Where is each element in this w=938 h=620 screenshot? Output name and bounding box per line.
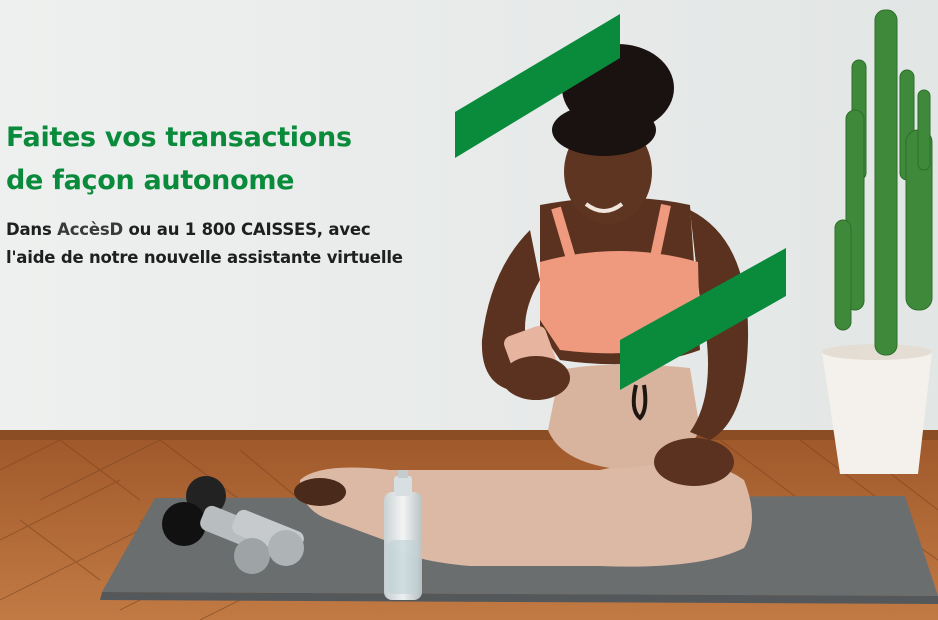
subheadline-part-2: ou au 1 800 CAISSES, avec [123,220,371,239]
baseboard [0,430,938,440]
plant-pot [822,352,932,474]
promo-banner: Faites vos transactions de façon autonom… [0,0,938,620]
subheadline-line-2: l'aide de notre nouvelle assistante virt… [6,248,403,267]
headline: Faites vos transactions de façon autonom… [6,116,476,202]
subheadline-part-1: Dans [6,220,58,239]
accesd-brand: AccèsD [57,220,123,239]
promo-text: Faites vos transactions de façon autonom… [6,116,476,272]
subheadline: Dans AccèsD ou au 1 800 CAISSES, avec l'… [6,216,476,272]
headline-line-1: Faites vos transactions [6,122,352,153]
background-photo [0,0,938,620]
headline-line-2: de façon autonome [6,165,295,196]
